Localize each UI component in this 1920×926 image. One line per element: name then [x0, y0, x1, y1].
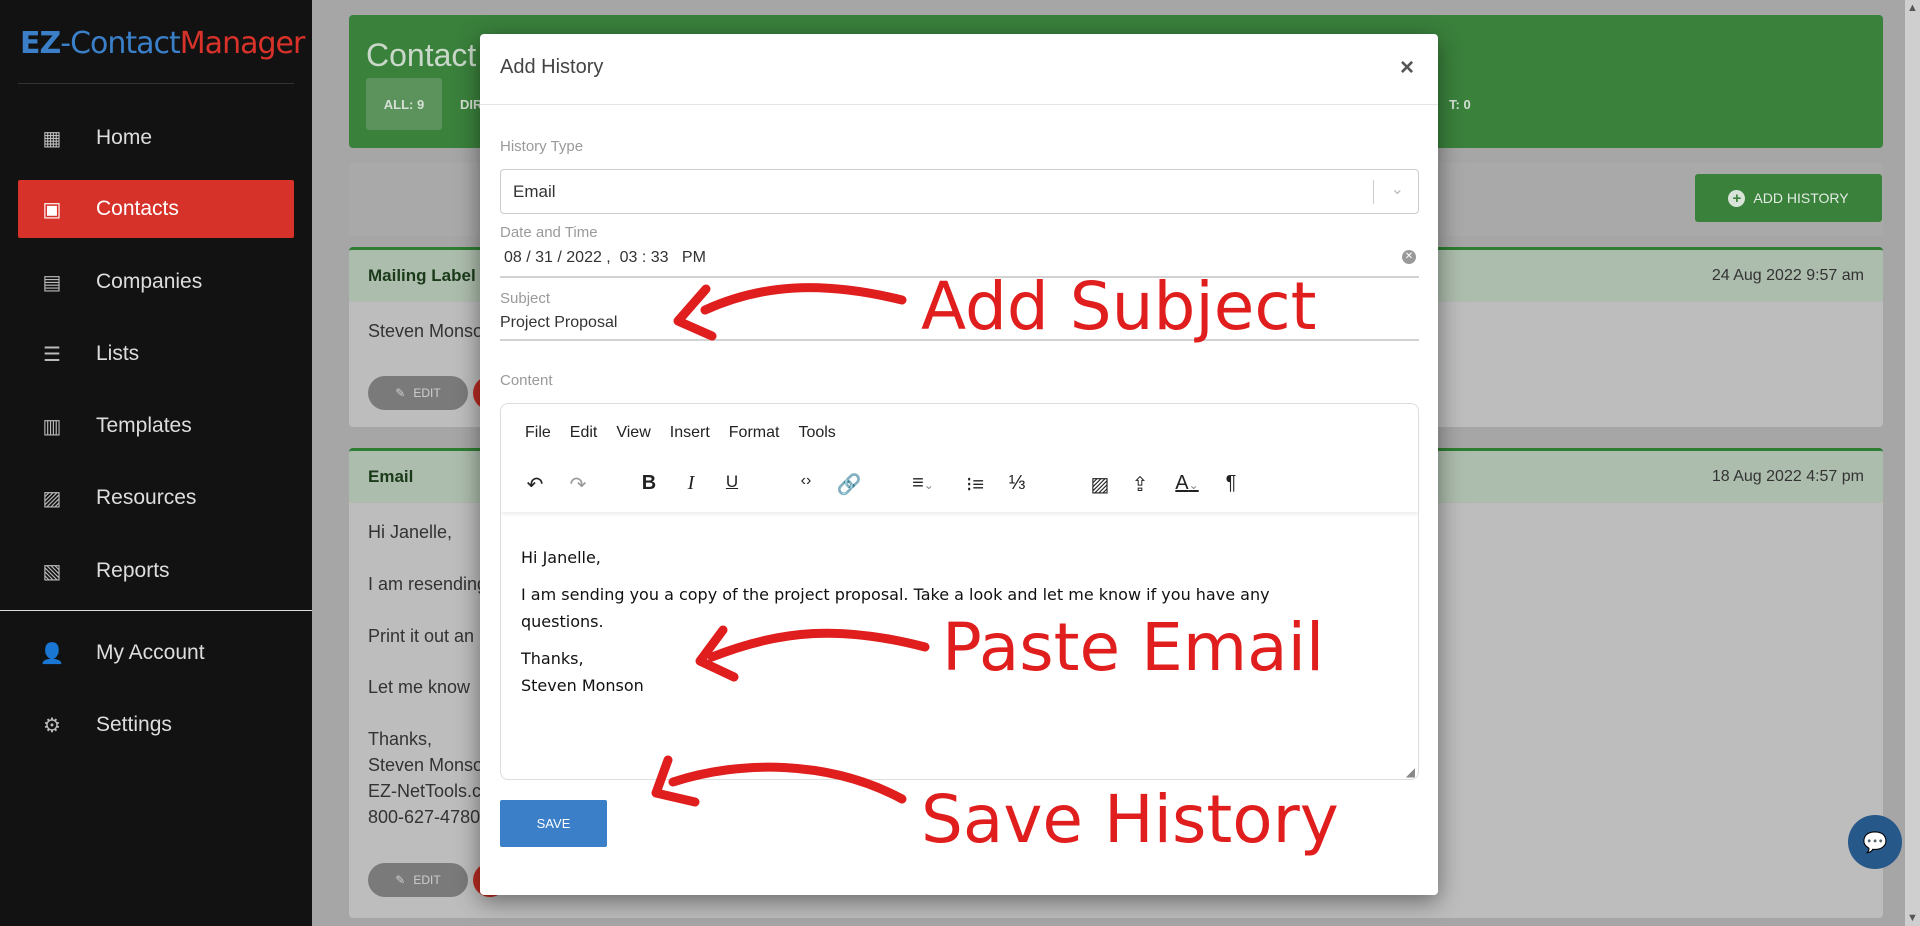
scroll-down-icon[interactable]: ▼ [1905, 912, 1920, 924]
annotation-paste-email: Paste Email [942, 609, 1325, 686]
scroll-up-icon[interactable]: ▲ [1905, 2, 1920, 14]
arrow-paste [695, 625, 930, 682]
annotation-save-history: Save History [921, 781, 1339, 858]
chat-icon: 💬 [1862, 831, 1888, 854]
arrow-save [651, 755, 907, 807]
arrow-subject [673, 283, 907, 341]
scrollbar[interactable]: ▲ ▼ [1905, 0, 1920, 926]
annotation-add-subject: Add Subject [921, 268, 1317, 345]
chat-button[interactable]: 💬 [1848, 815, 1902, 869]
